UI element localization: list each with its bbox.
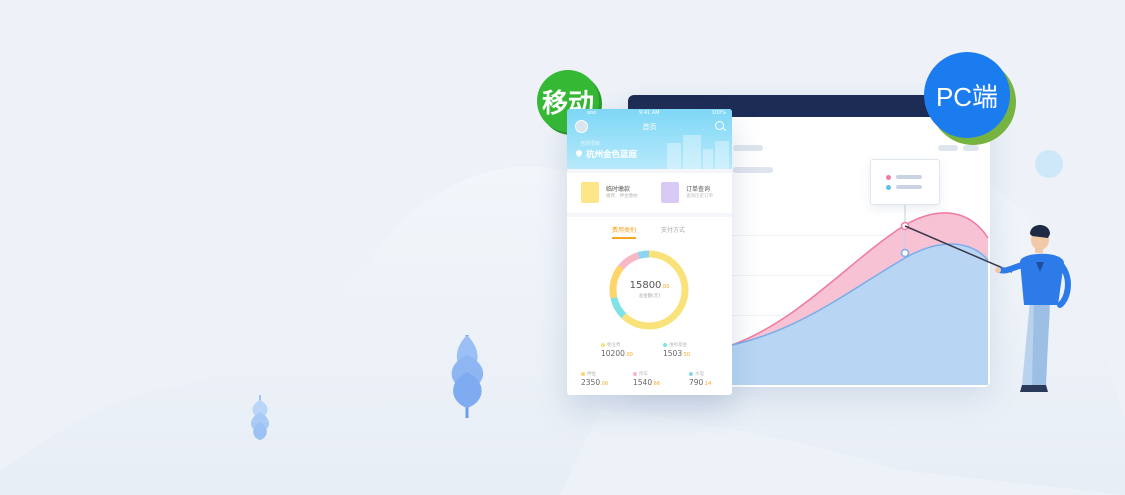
stat-dot: [663, 343, 667, 347]
status-signal: ooo: [587, 110, 597, 116]
pointer-stick: [904, 225, 1013, 273]
tab-payment-method[interactable]: 支付方式: [661, 225, 685, 234]
donut-total: 15800.00: [629, 280, 670, 291]
card-order-query[interactable]: 订单查询 查询历史订单: [661, 182, 731, 206]
location-pin-icon: [574, 148, 584, 158]
location-label: 当前项目: [580, 141, 601, 147]
stat-dot: [689, 372, 693, 376]
phone-header: ooo 9:41 AM 100% 首页 当前项目 杭州金色蓝庭: [567, 109, 732, 169]
status-time: 9:41 AM: [639, 110, 660, 116]
stat-item: 物业费 10200.00: [601, 343, 633, 358]
payment-card-icon: [581, 182, 599, 203]
page-title: 首页: [642, 123, 657, 131]
stat-item: 停车 1540.66: [633, 372, 661, 387]
card-temp-payment[interactable]: 临时缴款 缴费、押金缴纳: [581, 182, 651, 206]
donut-caption: 总金额(元): [638, 294, 661, 299]
tab-fee-category[interactable]: 费用类别: [612, 225, 636, 234]
stat-item: 押金 2350.00: [581, 372, 609, 387]
stat-dot: [633, 372, 637, 376]
search-icon[interactable]: [715, 121, 724, 130]
location-selector[interactable]: 杭州金色蓝庭: [586, 148, 637, 160]
stat-item: 维修基金 1503.50: [663, 343, 691, 358]
mobile-phone-screen: ooo 9:41 AM 100% 首页 当前项目 杭州金色蓝庭 临时缴款 缴费、…: [567, 109, 732, 395]
order-bag-icon: [661, 182, 679, 203]
stat-dot: [581, 372, 585, 376]
pc-badge: PC端: [924, 52, 1010, 138]
stat-dot: [601, 343, 605, 347]
stat-item: 水电 790.14: [689, 372, 712, 387]
status-battery: 100%: [711, 110, 726, 116]
